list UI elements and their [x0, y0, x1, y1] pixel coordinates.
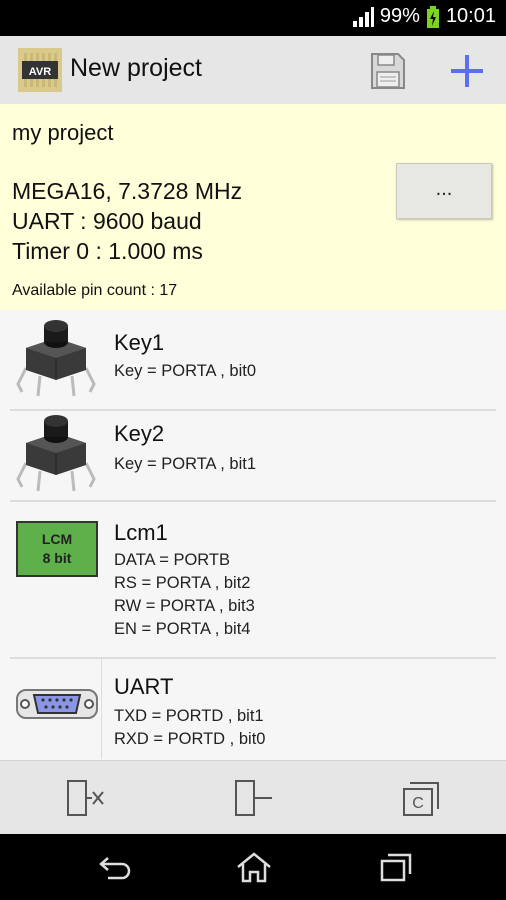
component-pin: RXD = PORTD , bit0	[114, 730, 266, 748]
component-title: Key2	[114, 421, 165, 446]
list-item-lcm1[interactable]: LCM 8 bit Lcm1 DATA = PORTB RS = PORTA ,…	[0, 502, 506, 659]
remove-pin-icon	[67, 780, 104, 816]
add-pin-button[interactable]	[230, 775, 276, 821]
component-title: Lcm1	[114, 520, 168, 545]
svg-text:LCM: LCM	[42, 531, 72, 547]
component-pin: DATA = PORTB	[114, 551, 230, 569]
uart-setting: UART : 9600 baud	[12, 208, 202, 234]
component-pin: EN = PORTA , bit4	[114, 620, 251, 638]
list-item-uart[interactable]: UART TXD = PORTD , bit1 RXD = PORTD , bi…	[0, 659, 506, 760]
plus-icon	[451, 55, 483, 87]
clock: 10:01	[445, 5, 496, 27]
battery-percent: 99%	[379, 5, 420, 27]
signal-icon	[352, 6, 374, 27]
component-title: UART	[114, 674, 174, 699]
divider	[101, 659, 102, 759]
list-item-key1[interactable]: Key1 Key = PORTA , bit0	[0, 310, 506, 411]
component-list: Key1 Key = PORTA , bit0 Key2 Key = PORTA…	[0, 310, 506, 760]
battery-charging-icon	[426, 5, 439, 28]
home-button[interactable]	[234, 850, 274, 884]
code-copy-icon: C	[403, 782, 439, 816]
bottom-action-bar: C	[0, 760, 506, 835]
add-pin-icon	[235, 780, 272, 816]
list-item-key2[interactable]: Key2 Key = PORTA , bit1	[0, 411, 506, 502]
timer-setting: Timer 0 : 1.000 ms	[12, 238, 203, 264]
component-pin: RW = PORTA , bit3	[114, 597, 255, 615]
status-bar: 99% 10:01	[0, 0, 506, 36]
component-pin: TXD = PORTD , bit1	[114, 707, 264, 725]
lcm-icon: LCM 8 bit	[16, 521, 98, 582]
recent-apps-button[interactable]	[376, 850, 416, 884]
home-icon	[237, 852, 271, 883]
component-title: Key1	[114, 330, 165, 355]
system-nav-bar	[0, 834, 506, 900]
svg-text:C: C	[412, 795, 424, 812]
avr-chip-icon: AVR	[18, 48, 62, 92]
push-button-icon	[14, 318, 98, 405]
project-name: my project	[12, 120, 114, 145]
push-button-icon	[14, 413, 98, 500]
component-pin: RS = PORTA , bit2	[114, 574, 251, 592]
component-pin: Key = PORTA , bit1	[114, 455, 256, 473]
back-icon	[99, 857, 131, 880]
db9-connector-icon	[16, 687, 98, 726]
pin-count: Available pin count : 17	[12, 282, 178, 299]
recent-apps-icon	[380, 853, 412, 882]
project-info-panel: my project MEGA16, 7.3728 MHz UART : 960…	[0, 104, 506, 310]
mcu-setting: MEGA16, 7.3728 MHz	[12, 178, 243, 204]
svg-text:8 bit: 8 bit	[43, 550, 72, 566]
save-icon	[371, 53, 405, 89]
svg-text:AVR: AVR	[29, 66, 51, 78]
component-pin: Key = PORTA , bit0	[114, 362, 256, 380]
app-title: New project	[70, 54, 202, 82]
back-button[interactable]	[94, 850, 134, 884]
generate-code-button[interactable]: C	[398, 775, 444, 821]
remove-pin-button[interactable]	[62, 775, 108, 821]
add-component-button[interactable]	[446, 50, 488, 92]
project-settings-button[interactable]: ...	[396, 163, 492, 219]
app-bar: AVR New project	[0, 36, 506, 104]
save-button[interactable]	[366, 50, 408, 92]
